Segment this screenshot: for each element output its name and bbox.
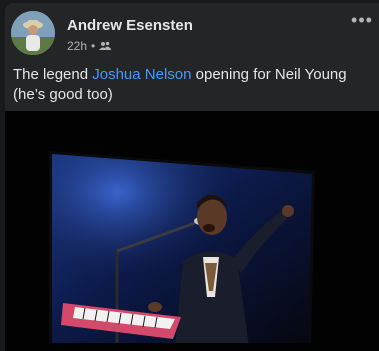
friends-audience-icon[interactable] bbox=[99, 41, 112, 51]
author-name[interactable]: Andrew Esensten bbox=[67, 17, 193, 34]
concert-photo bbox=[5, 151, 379, 351]
post-caption: The legend Joshua Nelson opening for Nei… bbox=[13, 65, 369, 105]
post-timestamp[interactable]: 22h bbox=[67, 39, 87, 53]
post-meta: 22h • bbox=[67, 39, 112, 53]
post-card: Andrew Esensten 22h • ••• The legend Jos… bbox=[5, 3, 379, 351]
post-photo[interactable] bbox=[5, 111, 379, 351]
tagged-person-link[interactable]: Joshua Nelson bbox=[92, 66, 191, 83]
meta-separator: • bbox=[91, 39, 96, 53]
caption-text-before: The legend bbox=[13, 66, 93, 83]
post-header: Andrew Esensten 22h • ••• bbox=[11, 11, 373, 59]
avatar-photo bbox=[11, 11, 55, 55]
avatar[interactable] bbox=[11, 11, 55, 55]
more-options-icon[interactable]: ••• bbox=[351, 11, 373, 29]
